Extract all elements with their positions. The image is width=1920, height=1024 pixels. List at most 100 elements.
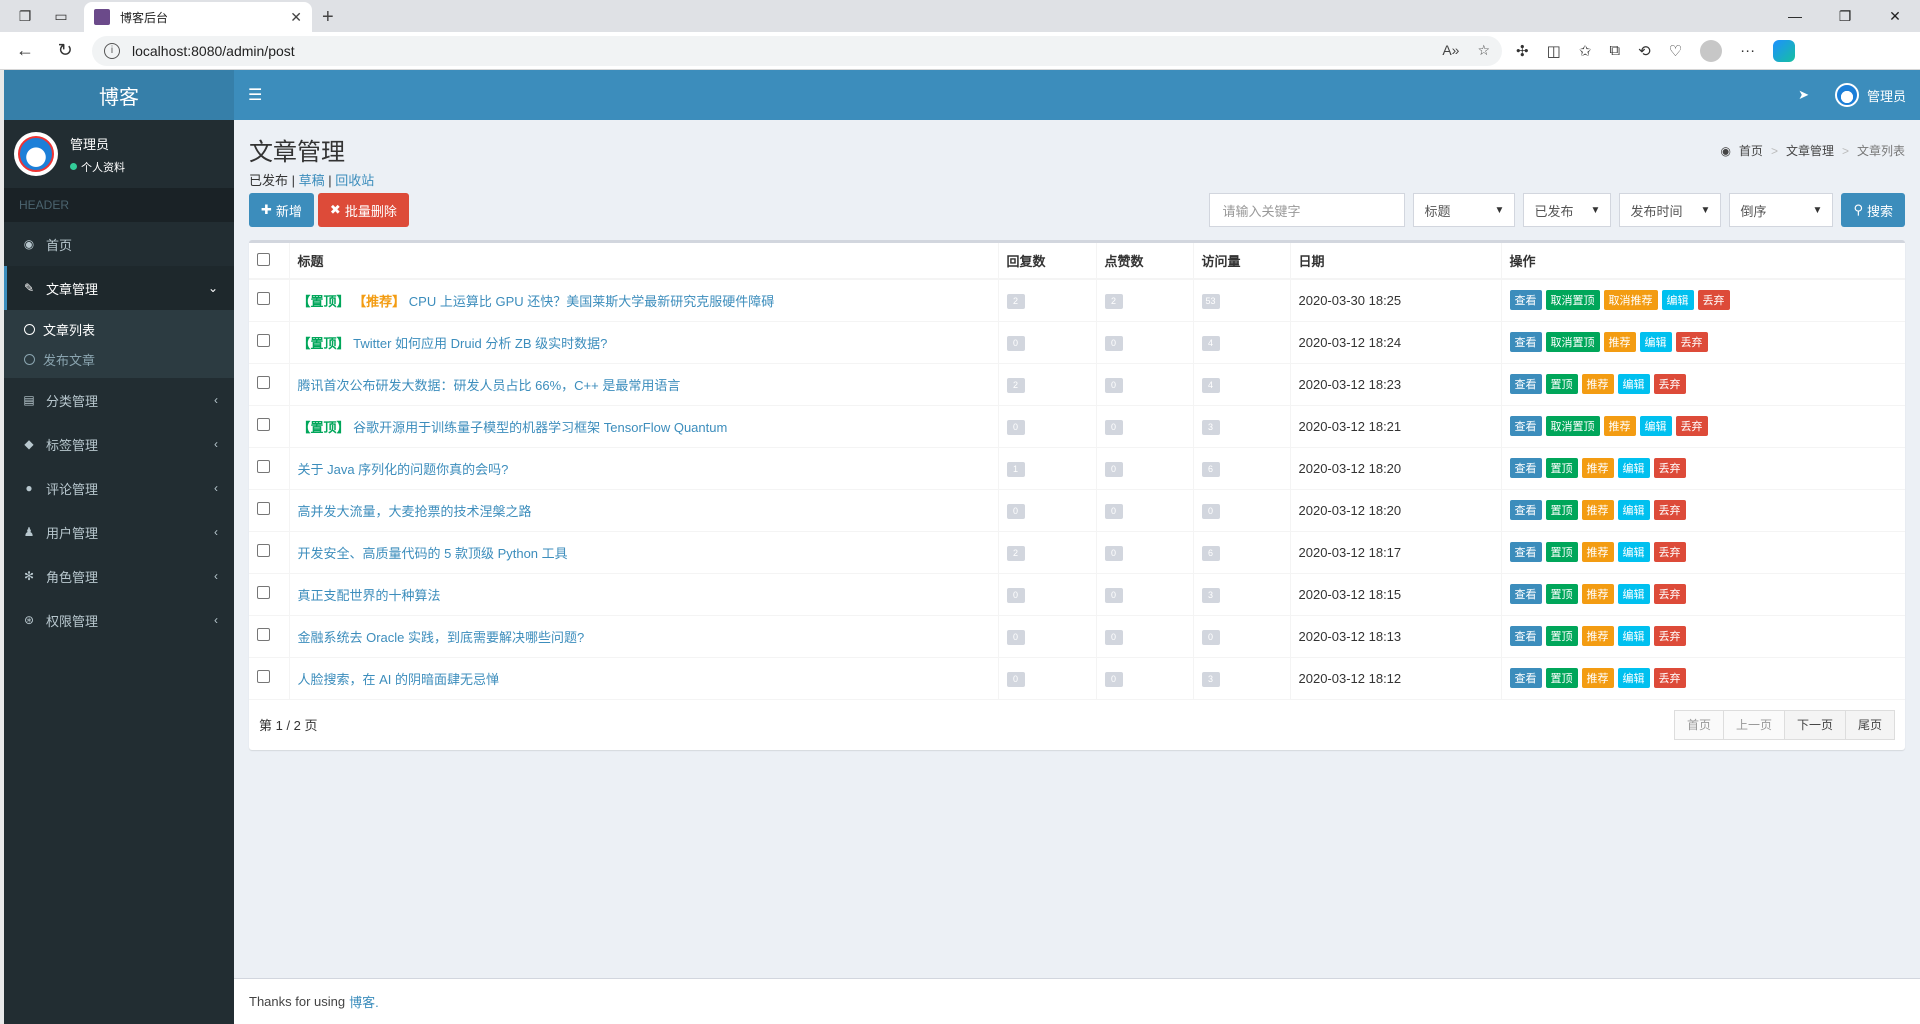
recommend-button[interactable]: 推荐 [1581,668,1614,688]
discard-button[interactable]: 丢弃 [1653,458,1686,478]
row-checkbox[interactable] [257,670,270,683]
row-checkbox[interactable] [257,460,270,473]
view-button[interactable]: 查看 [1509,500,1542,520]
logo[interactable]: 博客 [4,70,234,120]
edit-button[interactable]: 编辑 [1617,458,1650,478]
next-page-button[interactable]: 下一页 [1783,709,1846,740]
top-button[interactable]: 置顶 [1545,374,1578,394]
discard-button[interactable]: 丢弃 [1653,584,1686,604]
last-page-button[interactable]: 尾页 [1844,709,1895,740]
view-button[interactable]: 查看 [1509,626,1542,646]
first-page-button[interactable]: 首页 [1673,709,1724,740]
favorite-star-icon[interactable]: ☆ [1477,42,1490,59]
collections-icon[interactable]: ⧉ [1609,42,1620,59]
discard-button[interactable]: 丢弃 [1653,626,1686,646]
view-button[interactable]: 查看 [1509,458,1542,478]
view-button[interactable]: 查看 [1509,668,1542,688]
profile-avatar[interactable] [1700,39,1723,62]
sidebar-item-home[interactable]: ◉ 首页 [4,222,234,266]
status-trash-link[interactable]: 回收站 [335,173,374,188]
top-button[interactable]: 置顶 [1545,458,1578,478]
recommend-button[interactable]: 推荐 [1581,542,1614,562]
hamburger-menu-icon[interactable]: ☰ [248,85,1798,105]
edit-button[interactable]: 编辑 [1639,332,1672,352]
post-title-link[interactable]: 谷歌开源用于训练量子模型的机器学习框架 TensorFlow Quantum [353,420,727,435]
view-button[interactable]: 查看 [1509,584,1542,604]
url-field[interactable]: i localhost:8080/admin/post A» ☆ [92,35,1502,66]
row-checkbox[interactable] [257,376,270,389]
sidebar-subitem-publish[interactable]: 发布文章 [4,344,234,374]
row-checkbox[interactable] [257,334,270,347]
discard-button[interactable]: 丢弃 [1675,332,1708,352]
sidebar-item-posts[interactable]: ✎ 文章管理 ⌄ [4,266,234,310]
url-text[interactable]: localhost:8080/admin/post [132,43,1430,59]
edit-button[interactable]: 编辑 [1617,626,1650,646]
row-checkbox[interactable] [257,418,270,431]
favorites-icon[interactable]: ✩ [1579,42,1592,60]
add-post-button[interactable]: ✚ 新增 [249,193,314,227]
status-select[interactable]: 已发布 ▼ [1523,193,1612,227]
sidebar-item-comments[interactable]: ● 评论管理 ‹ [4,466,234,510]
sidebar-item-roles[interactable]: ✻ 角色管理 ‹ [4,554,234,598]
untop-button[interactable]: 取消置顶 [1545,290,1600,311]
post-title-link[interactable]: 金融系统去 Oracle 实践，到底需要解决哪些问题? [298,630,585,645]
recommend-button[interactable]: 推荐 [1581,374,1614,394]
discard-button[interactable]: 丢弃 [1697,290,1730,311]
nav-user-menu[interactable]: 管理员 [1834,83,1906,107]
breadcrumb-posts[interactable]: 文章管理 [1786,142,1834,159]
select-all-checkbox[interactable] [257,252,270,266]
discard-button[interactable]: 丢弃 [1653,374,1686,394]
row-checkbox[interactable] [257,292,270,306]
sidebar-item-categories[interactable]: ▤ 分类管理 ‹ [4,378,234,422]
copilot-icon[interactable] [1773,39,1796,62]
top-button[interactable]: 置顶 [1545,584,1578,604]
more-icon[interactable]: ··· [1740,42,1755,59]
user-status-link[interactable]: 个人资料 [70,159,125,175]
refresh-icon[interactable]: ↻ [52,38,78,64]
performance-icon[interactable]: ♡ [1669,42,1682,60]
breadcrumb-home[interactable]: 首页 [1739,142,1763,159]
recommend-button[interactable]: 推荐 [1581,458,1614,478]
sidebar-item-permissions[interactable]: ⊛ 权限管理 ‹ [4,598,234,642]
discard-button[interactable]: 丢弃 [1653,542,1686,562]
view-button[interactable]: 查看 [1509,374,1542,394]
recommend-button[interactable]: 推荐 [1581,500,1614,520]
edit-button[interactable]: 编辑 [1617,584,1650,604]
view-button[interactable]: 查看 [1509,542,1542,562]
view-button[interactable]: 查看 [1509,290,1542,311]
prev-page-button[interactable]: 上一页 [1722,709,1785,740]
discard-button[interactable]: 丢弃 [1653,668,1686,688]
site-info-icon[interactable]: i [104,42,120,59]
order-select[interactable]: 倒序 ▼ [1729,193,1834,227]
view-button[interactable]: 查看 [1509,332,1542,352]
sidebar-item-tags[interactable]: ◆ 标签管理 ‹ [4,422,234,466]
post-title-link[interactable]: 真正支配世界的十种算法 [298,588,441,603]
post-title-link[interactable]: 人脸搜索，在 AI 的阴暗面肆无忌惮 [298,672,500,687]
recommend-button[interactable]: 推荐 [1603,416,1636,436]
batch-delete-button[interactable]: ✖ 批量删除 [317,193,409,227]
keyword-search-input[interactable]: 请输入关键字 [1209,193,1406,227]
post-title-link[interactable]: 关于 Java 序列化的问题你真的会吗? [298,462,509,477]
recommend-button[interactable]: 推荐 [1581,626,1614,646]
restore-icon[interactable]: ❐ [1820,0,1870,32]
post-title-link[interactable]: CPU 上运算比 GPU 还快？美国莱斯大学最新研究克服硬件障碍 [409,294,774,309]
sidebar-item-users[interactable]: ♟ 用户管理 ‹ [4,510,234,554]
view-button[interactable]: 查看 [1509,416,1542,436]
edit-button[interactable]: 编辑 [1617,500,1650,520]
workspaces-icon[interactable]: ❐ [16,7,34,25]
untop-button[interactable]: 取消置顶 [1545,332,1600,352]
top-button[interactable]: 置顶 [1545,668,1578,688]
footer-brand-link[interactable]: 博客. [349,992,379,1011]
recommend-button[interactable]: 推荐 [1581,584,1614,604]
minimize-icon[interactable]: — [1770,0,1820,32]
post-title-link[interactable]: Twitter 如何应用 Druid 分析 ZB 级实时数据? [353,336,607,351]
read-aloud-icon[interactable]: A» [1442,42,1459,59]
window-close-icon[interactable]: ✕ [1870,0,1920,32]
sidebar-subitem-post-list[interactable]: 文章列表 [4,314,234,344]
edit-button[interactable]: 编辑 [1617,542,1650,562]
row-checkbox[interactable] [257,544,270,557]
location-arrow-icon[interactable]: ➤ [1798,87,1809,103]
post-title-link[interactable]: 腾讯首次公布研发大数据：研发人员占比 66%，C++ 是最常用语言 [298,378,681,393]
sort-field-select[interactable]: 发布时间 ▼ [1619,193,1722,227]
post-title-link[interactable]: 高并发大流量，大麦抢票的技术涅槃之路 [298,504,532,519]
